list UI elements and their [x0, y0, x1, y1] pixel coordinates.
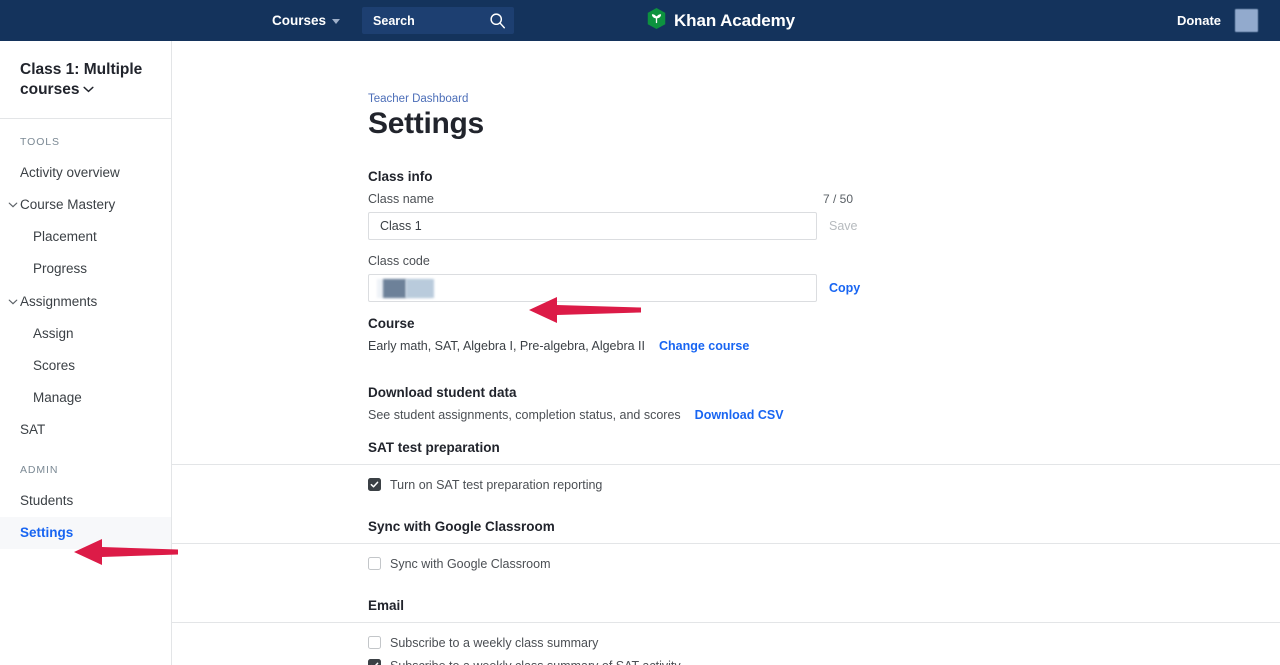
page-title: Settings	[368, 107, 484, 140]
class-info-section: Class info Class name 7 / 50 Class 1 Sav…	[368, 169, 1280, 302]
class-selector-label: Class 1: Multiple courses	[20, 61, 143, 99]
sidebar-item-students[interactable]: Students	[0, 485, 171, 517]
divider	[172, 621, 1280, 623]
course-heading: Course	[368, 315, 415, 331]
chevron-down-icon	[83, 79, 95, 99]
class-code-label: Class code	[368, 253, 430, 268]
sidebar-item-activity-overview[interactable]: Activity overview	[0, 157, 171, 189]
download-row: See student assignments, completion stat…	[368, 408, 1280, 422]
class-name-label: Class name	[368, 191, 434, 206]
sidebar-item-label: Activity overview	[20, 164, 120, 180]
download-csv-button[interactable]: Download CSV	[695, 408, 784, 422]
sidebar-item-label: SAT	[20, 422, 46, 438]
download-description: See student assignments, completion stat…	[368, 407, 681, 422]
chevron-down-icon	[332, 19, 341, 24]
sidebar-item-assignments[interactable]: Assignments	[0, 286, 171, 318]
class-name-label-row: Class name 7 / 50	[368, 192, 853, 206]
sidebar-item-label: Course Mastery	[20, 197, 116, 213]
search-icon[interactable]	[489, 12, 506, 29]
sidebar-item-settings[interactable]: Settings	[0, 516, 171, 549]
search-placeholder: Search	[373, 13, 415, 28]
khan-academy-home-link[interactable]: Khan Academy	[646, 0, 795, 41]
checkbox-checked[interactable]	[368, 478, 381, 491]
course-section: Course Early math, SAT, Algebra I, Pre-a…	[368, 316, 1280, 353]
sidebar: Class 1: Multiple courses TOOLS Activity…	[0, 41, 172, 665]
courses-menu-label: Courses	[272, 13, 327, 28]
sidebar-item-manage[interactable]: Manage	[0, 382, 171, 414]
sidebar-item-progress[interactable]: Progress	[0, 253, 171, 285]
copy-class-code-button[interactable]: Copy	[829, 281, 860, 295]
class-code-input[interactable]	[368, 273, 817, 302]
chevron-down-icon	[8, 299, 18, 305]
sat-test-prep-section: SAT test preparation Turn on SAT test pr…	[172, 439, 1280, 492]
class-selector[interactable]: Class 1: Multiple courses	[0, 41, 171, 119]
sidebar-item-label: Scores	[33, 358, 76, 374]
sidebar-item-label: Manage	[33, 390, 82, 406]
redacted-code-block	[406, 278, 434, 298]
course-row: Early math, SAT, Algebra I, Pre-algebra,…	[368, 339, 1280, 353]
sidebar-item-assign[interactable]: Assign	[0, 318, 171, 350]
sat-heading: SAT test preparation	[368, 439, 500, 455]
sidebar-section-label-admin: ADMIN	[20, 463, 59, 476]
avatar[interactable]	[1235, 9, 1258, 32]
sidebar-item-label: Progress	[33, 261, 88, 277]
email-option-label: Subscribe to a weekly class summary of S…	[390, 659, 681, 665]
email-heading: Email	[368, 597, 405, 613]
sidebar-item-label: Assign	[33, 325, 74, 341]
sat-reporting-checkbox-row[interactable]: Turn on SAT test preparation reporting	[368, 478, 1280, 492]
khan-academy-leaf-icon	[646, 7, 667, 35]
sidebar-item-label: Assignments	[20, 293, 98, 309]
google-classroom-section: Sync with Google Classroom Sync with Goo…	[172, 518, 1280, 571]
email-section: Email Subscribe to a weekly class summar…	[172, 597, 1280, 665]
sidebar-item-label: Settings	[20, 524, 74, 540]
class-name-input-row: Class 1 Save	[368, 211, 1280, 240]
class-code-input-row: Copy	[368, 273, 1280, 302]
sidebar-item-sat[interactable]: SAT	[0, 414, 171, 446]
checkbox-unchecked[interactable]	[368, 557, 381, 570]
email-weekly-sat-summary-row[interactable]: Subscribe to a weekly class summary of S…	[368, 659, 1280, 665]
checkbox-unchecked[interactable]	[368, 636, 381, 649]
search-input[interactable]: Search	[362, 7, 515, 34]
class-info-heading: Class info	[368, 168, 433, 184]
brand-name: Khan Academy	[674, 10, 795, 30]
change-course-button[interactable]: Change course	[659, 339, 749, 353]
download-heading: Download student data	[368, 384, 517, 400]
sidebar-item-scores[interactable]: Scores	[0, 350, 171, 382]
course-list: Early math, SAT, Algebra I, Pre-algebra,…	[368, 338, 645, 353]
divider	[172, 463, 1280, 465]
breadcrumb[interactable]: Teacher Dashboard	[368, 93, 1280, 105]
download-student-data-section: Download student data See student assign…	[368, 385, 1280, 422]
chevron-down-icon	[8, 202, 18, 208]
top-navigation-bar: Courses Search Khan Academy Donate	[0, 0, 1280, 41]
char-counter: 7 / 50	[822, 191, 853, 206]
sidebar-item-course-mastery[interactable]: Course Mastery	[0, 189, 171, 221]
email-option-label: Subscribe to a weekly class summary	[390, 635, 599, 650]
email-weekly-summary-row[interactable]: Subscribe to a weekly class summary	[368, 636, 1280, 650]
google-classroom-label: Sync with Google Classroom	[390, 556, 551, 571]
sidebar-section-label-tools: TOOLS	[20, 135, 60, 148]
google-classroom-heading: Sync with Google Classroom	[368, 518, 555, 534]
page-body: Class 1: Multiple courses TOOLS Activity…	[0, 41, 1280, 665]
main-content: Teacher Dashboard Settings Class info Cl…	[172, 41, 1280, 665]
redacted-code-block	[383, 278, 406, 298]
google-classroom-checkbox-row[interactable]: Sync with Google Classroom	[368, 557, 1280, 571]
sidebar-item-placement[interactable]: Placement	[0, 221, 171, 253]
divider	[172, 542, 1280, 544]
sat-reporting-label: Turn on SAT test preparation reporting	[390, 477, 603, 492]
save-button[interactable]: Save	[829, 219, 858, 233]
nav-right-group: Donate	[1177, 0, 1280, 41]
sidebar-item-label: Placement	[33, 229, 97, 245]
sidebar-item-label: Students	[20, 492, 74, 508]
donate-link[interactable]: Donate	[1177, 13, 1221, 28]
courses-menu-button[interactable]: Courses	[270, 9, 342, 32]
class-code-label-row: Class code	[368, 254, 853, 268]
class-name-input[interactable]: Class 1	[368, 211, 817, 240]
checkbox-checked[interactable]	[368, 659, 381, 665]
